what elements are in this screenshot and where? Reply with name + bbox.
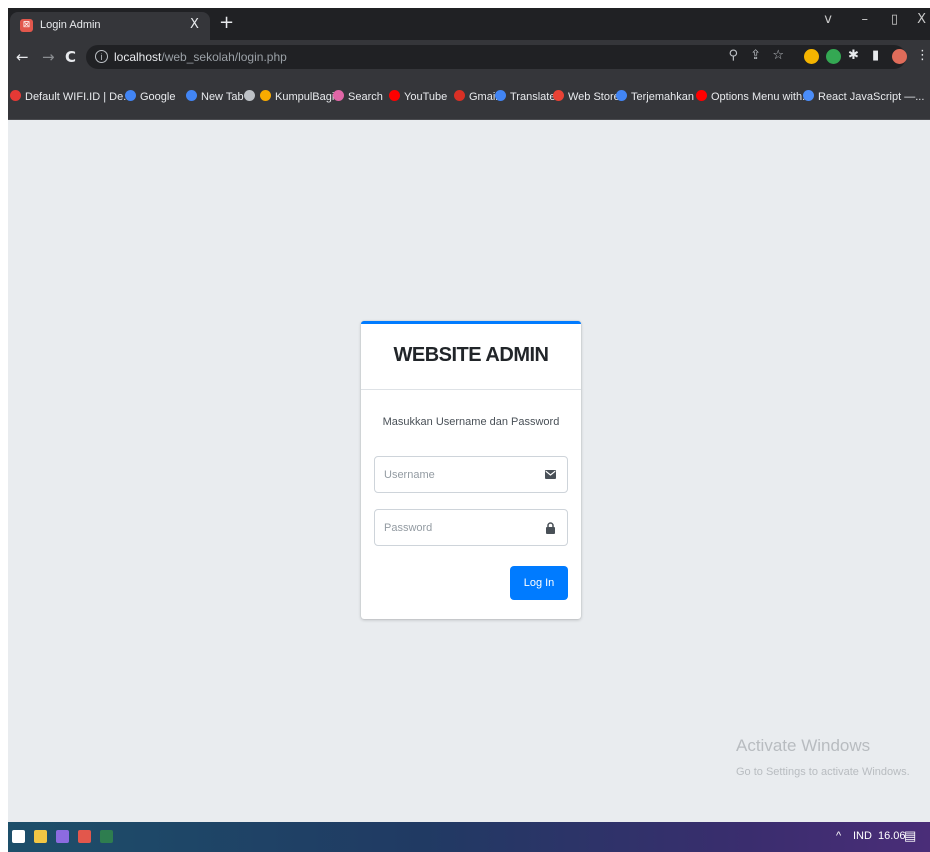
tray-chevron-icon[interactable]: ^ <box>836 830 841 842</box>
share-icon[interactable]: ⇪ <box>750 48 761 63</box>
bookmark-item[interactable] <box>244 90 259 106</box>
bookmark-label: React JavaScript —... <box>818 91 925 103</box>
forward-button[interactable]: → <box>42 48 55 66</box>
webstore-icon <box>553 90 564 101</box>
username-input[interactable] <box>375 457 535 492</box>
bookmarks-bar: Default WIFI.ID | De... Google New Tab Kump… <box>8 76 930 120</box>
youtube-icon <box>696 90 707 101</box>
browser-chrome: ⊠ Login Admin X + v – ▯ X ← → C i localh… <box>8 8 930 120</box>
bookmark-label: New Tab <box>201 91 244 103</box>
bookmark-item[interactable]: Translate <box>495 90 555 106</box>
extension-icon[interactable] <box>804 49 819 64</box>
input-language[interactable]: IND <box>853 830 872 842</box>
wifi-icon <box>10 90 21 101</box>
profile-avatar-icon[interactable] <box>892 49 907 64</box>
bookmark-item[interactable]: YouTube <box>389 90 447 106</box>
xampp-icon[interactable] <box>78 830 91 843</box>
url-text[interactable]: localhost/web_sekolah/login.php <box>114 50 287 64</box>
google-icon <box>125 90 136 101</box>
google-icon <box>186 90 197 101</box>
url-host: localhost <box>114 50 162 64</box>
activation-watermark-subtitle: Go to Settings to activate Windows. <box>736 766 910 778</box>
side-panel-icon[interactable]: ▮ <box>872 48 879 63</box>
translate-icon <box>495 90 506 101</box>
youtube-icon <box>389 90 400 101</box>
username-group <box>374 456 568 493</box>
url-path: /web_sekolah/login.php <box>161 50 287 64</box>
address-bar[interactable]: i localhost/web_sekolah/login.php ⚲ ⇪ ☆ <box>86 45 906 69</box>
login-message: Masukkan Username dan Password <box>382 416 560 428</box>
bookmark-label: Web Store <box>568 91 620 103</box>
bookmark-label: YouTube <box>404 91 448 103</box>
minimize-button[interactable]: – <box>862 12 869 27</box>
bookmark-item[interactable]: New Tab <box>186 90 244 106</box>
restore-button[interactable]: ▯ <box>891 12 898 27</box>
bookmark-item[interactable]: Search <box>333 90 383 106</box>
tab-login-admin[interactable]: ⊠ Login Admin X <box>10 12 210 40</box>
react-icon <box>803 90 814 101</box>
bookmark-label: Options Menu with... <box>711 91 812 103</box>
bookmark-label: Google <box>140 91 176 103</box>
browser-toolbar: ← → C i localhost/web_sekolah/login.php … <box>8 40 930 76</box>
password-input[interactable] <box>375 510 535 545</box>
bookmark-label: Default WIFI.ID | De... <box>25 91 133 103</box>
reload-button[interactable]: C <box>65 48 76 66</box>
gmail-icon <box>454 90 465 101</box>
zoom-icon[interactable]: ⚲ <box>728 48 738 63</box>
extensions-puzzle-icon[interactable]: ✱ <box>848 48 859 63</box>
login-button[interactable]: Log In <box>510 566 568 600</box>
bookmark-label: Translate <box>510 91 556 103</box>
page-content: WEBSITE ADMIN Masukkan Username dan Pass… <box>8 120 930 822</box>
tab-search-button[interactable]: v <box>824 12 832 27</box>
bookmark-label: Gmail <box>469 91 498 103</box>
xampp-favicon-icon: ⊠ <box>20 19 33 32</box>
kumpulbagi-icon <box>260 90 271 101</box>
bookmark-item[interactable]: React JavaScript —... <box>803 90 924 106</box>
windows-start-icon[interactable] <box>12 830 25 843</box>
bookmark-label: KumpulBagi <box>275 91 335 103</box>
search-engine-icon <box>333 90 344 101</box>
login-title: WEBSITE ADMIN <box>393 344 549 366</box>
bookmark-item[interactable]: Terjemahkan <box>616 90 694 106</box>
bookmark-item[interactable]: Gmail <box>454 90 498 106</box>
bookmark-item[interactable]: Google <box>125 90 175 106</box>
clock[interactable]: 16.06 <box>878 830 906 842</box>
globe-icon <box>244 90 255 101</box>
back-button[interactable]: ← <box>16 48 29 66</box>
envelope-icon <box>533 457 567 492</box>
password-group <box>374 509 568 546</box>
tab-title: Login Admin <box>40 19 101 31</box>
notifications-icon[interactable]: ▤ <box>904 828 916 844</box>
tab-strip: ⊠ Login Admin X + v – ▯ X <box>8 8 930 40</box>
login-card-header: WEBSITE ADMIN <box>361 324 581 390</box>
windows-taskbar: ^ IND 16.06 ▤ <box>8 822 930 852</box>
new-tab-button[interactable]: + <box>219 12 234 33</box>
lock-icon <box>533 510 567 545</box>
menu-kebab-icon[interactable]: ⋮ <box>916 48 929 63</box>
php-app-icon[interactable] <box>56 830 69 843</box>
bookmark-item[interactable]: Default WIFI.ID | De... <box>10 90 132 106</box>
bookmark-label: Terjemahkan <box>631 91 694 103</box>
extension-icon[interactable] <box>826 49 841 64</box>
bookmark-label: Search <box>348 91 383 103</box>
translate-icon <box>616 90 627 101</box>
file-explorer-icon[interactable] <box>34 830 47 843</box>
bookmark-star-icon[interactable]: ☆ <box>772 48 784 63</box>
close-window-button[interactable]: X <box>917 12 926 27</box>
bookmark-item[interactable]: Web Store <box>553 90 620 106</box>
bookmark-item[interactable]: KumpulBagi <box>260 90 334 106</box>
activation-watermark-title: Activate Windows <box>736 736 871 755</box>
login-card: WEBSITE ADMIN Masukkan Username dan Pass… <box>361 321 581 619</box>
bookmark-item[interactable]: Options Menu with... <box>696 90 811 106</box>
tab-close-button[interactable]: X <box>190 17 199 32</box>
chrome-taskbar-icon[interactable] <box>100 830 113 843</box>
site-info-icon[interactable]: i <box>95 50 108 63</box>
